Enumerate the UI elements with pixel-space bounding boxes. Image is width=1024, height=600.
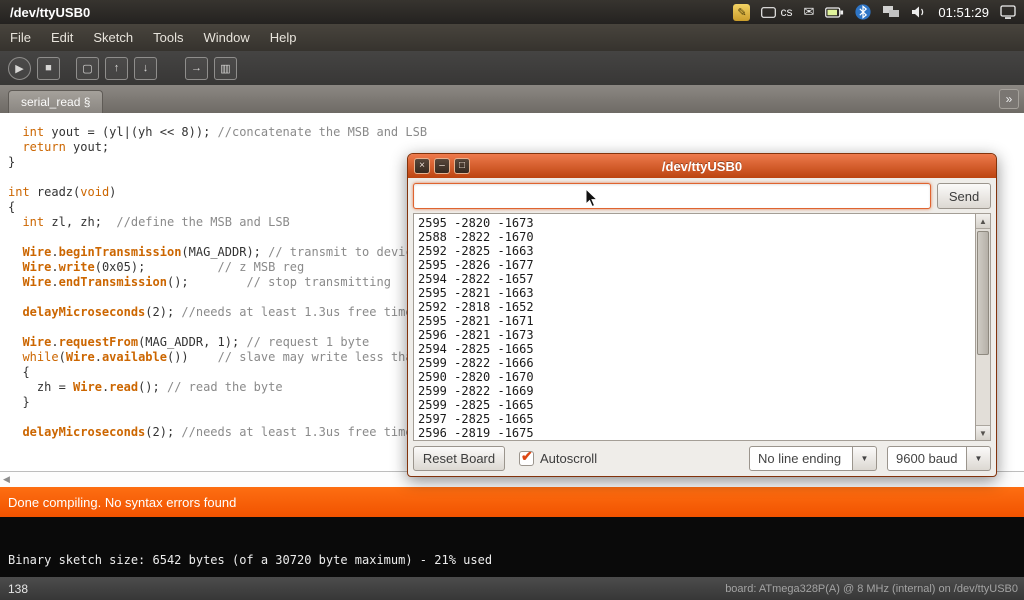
keyboard-layout-indicator[interactable]: cs bbox=[761, 5, 792, 19]
reset-board-button[interactable]: Reset Board bbox=[413, 446, 505, 471]
open-icon: ↑ bbox=[114, 62, 120, 74]
new-sketch-button[interactable]: ▢ bbox=[76, 57, 99, 80]
baud-rate-dropdown-icon[interactable]: ▼ bbox=[967, 446, 991, 471]
tab-serial-read[interactable]: serial_read § bbox=[8, 90, 103, 113]
menu-tools[interactable]: Tools bbox=[143, 24, 193, 51]
scrollbar-thumb[interactable] bbox=[977, 231, 989, 355]
battery-indicator-icon[interactable] bbox=[825, 3, 844, 21]
menu-help[interactable]: Help bbox=[260, 24, 307, 51]
autoscroll-checkbox[interactable]: ✔ bbox=[519, 451, 534, 466]
scroll-down-icon[interactable]: ▼ bbox=[976, 425, 990, 440]
save-sketch-button[interactable]: ↓ bbox=[134, 57, 157, 80]
compile-console: Binary sketch size: 6542 bytes (of a 307… bbox=[0, 517, 1024, 577]
open-sketch-button[interactable]: ↑ bbox=[105, 57, 128, 80]
menu-window[interactable]: Window bbox=[193, 24, 259, 51]
panel-indicators: ✎ cs ✉ 01:51:29 bbox=[733, 3, 1024, 21]
notes-indicator-icon[interactable]: ✎ bbox=[733, 4, 750, 21]
stop-icon: ■ bbox=[45, 62, 52, 74]
verify-button[interactable]: ▶ bbox=[8, 57, 31, 80]
autoscroll-check-mark: ✔ bbox=[521, 448, 533, 465]
tab-overflow-icon: » bbox=[1006, 92, 1013, 106]
bluetooth-indicator-icon[interactable] bbox=[855, 3, 871, 21]
serial-monitor-icon: ▥ bbox=[220, 62, 230, 75]
menu-edit[interactable]: Edit bbox=[41, 24, 83, 51]
panel-window-title: /dev/ttyUSB0 bbox=[0, 5, 90, 20]
tab-bar: serial_read § » bbox=[0, 85, 1024, 113]
mail-indicator-icon[interactable]: ✉ bbox=[803, 3, 814, 21]
serial-monitor-titlebar[interactable]: × – □ /dev/ttyUSB0 bbox=[408, 154, 996, 178]
serial-monitor-body: Send 2595 -2820 -1673 2588 -2822 -1670 2… bbox=[408, 178, 996, 476]
stop-button[interactable]: ■ bbox=[37, 57, 60, 80]
menu-bar: File Edit Sketch Tools Window Help bbox=[0, 24, 1024, 51]
mouse-cursor bbox=[585, 188, 598, 213]
serial-input-row: Send bbox=[413, 183, 991, 209]
serial-send-input[interactable] bbox=[413, 183, 931, 209]
serial-controls-row: Reset Board ✔ Autoscroll No line ending … bbox=[413, 445, 991, 471]
serial-scrollbar[interactable]: ▲ ▼ bbox=[975, 213, 991, 441]
scroll-up-icon[interactable]: ▲ bbox=[976, 214, 990, 229]
save-icon: ↓ bbox=[143, 62, 149, 74]
code-line: int yout = (yl|(yh << 8)); //concatenate… bbox=[8, 125, 1024, 140]
serial-output-row: 2595 -2820 -1673 2588 -2822 -1670 2592 -… bbox=[413, 213, 991, 441]
baud-rate-value: 9600 baud bbox=[887, 446, 967, 471]
line-ending-value: No line ending bbox=[749, 446, 853, 471]
close-button[interactable]: × bbox=[414, 158, 430, 174]
line-ending-select[interactable]: No line ending ▼ bbox=[749, 446, 877, 471]
line-ending-dropdown-icon[interactable]: ▼ bbox=[853, 446, 877, 471]
hscroll-left-arrow-icon[interactable]: ◀ bbox=[0, 474, 10, 485]
serial-combos: No line ending ▼ 9600 baud ▼ bbox=[749, 446, 991, 471]
toolbar: ▶ ■ ▢ ↑ ↓ → ▥ bbox=[0, 51, 1024, 85]
minimize-button[interactable]: – bbox=[434, 158, 450, 174]
menu-file[interactable]: File bbox=[0, 24, 41, 51]
serial-output-text: 2595 -2820 -1673 2588 -2822 -1670 2592 -… bbox=[418, 216, 971, 440]
window-buttons: × – □ bbox=[414, 158, 470, 174]
top-panel: /dev/ttyUSB0 ✎ cs ✉ 01:51:29 bbox=[0, 0, 1024, 24]
baud-rate-select[interactable]: 9600 baud ▼ bbox=[887, 446, 991, 471]
network-indicator-icon[interactable] bbox=[882, 3, 900, 21]
serial-monitor-button[interactable]: ▥ bbox=[214, 57, 237, 80]
tab-overflow-button[interactable]: » bbox=[999, 89, 1019, 109]
keyboard-icon bbox=[761, 7, 776, 18]
keyboard-layout-label: cs bbox=[780, 5, 792, 19]
send-button[interactable]: Send bbox=[937, 183, 991, 209]
status-message: Done compiling. No syntax errors found bbox=[8, 495, 236, 510]
volume-indicator-icon[interactable] bbox=[911, 3, 927, 21]
clock[interactable]: 01:51:29 bbox=[938, 5, 989, 20]
menu-sketch[interactable]: Sketch bbox=[83, 24, 143, 51]
new-sketch-icon: ▢ bbox=[82, 62, 92, 75]
upload-button[interactable]: → bbox=[185, 57, 208, 80]
serial-output-area: 2595 -2820 -1673 2588 -2822 -1670 2592 -… bbox=[413, 213, 975, 441]
autoscroll-label: Autoscroll bbox=[540, 451, 597, 466]
line-number: 138 bbox=[0, 582, 28, 596]
maximize-button[interactable]: □ bbox=[454, 158, 470, 174]
status-bar: Done compiling. No syntax errors found bbox=[0, 487, 1024, 517]
console-output: Binary sketch size: 6542 bytes (of a 307… bbox=[8, 553, 492, 567]
serial-monitor-title: /dev/ttyUSB0 bbox=[662, 159, 742, 174]
session-indicator-icon[interactable] bbox=[1000, 3, 1016, 21]
autoscroll-control[interactable]: ✔ Autoscroll bbox=[519, 451, 597, 466]
serial-monitor-window: × – □ /dev/ttyUSB0 Send 2595 -2820 -1673… bbox=[407, 153, 997, 477]
upload-icon: → bbox=[191, 62, 202, 74]
board-status: board: ATmega328P(A) @ 8 MHz (internal) … bbox=[725, 583, 1024, 595]
footer-bar: 138 board: ATmega328P(A) @ 8 MHz (intern… bbox=[0, 577, 1024, 600]
verify-icon: ▶ bbox=[15, 62, 23, 75]
